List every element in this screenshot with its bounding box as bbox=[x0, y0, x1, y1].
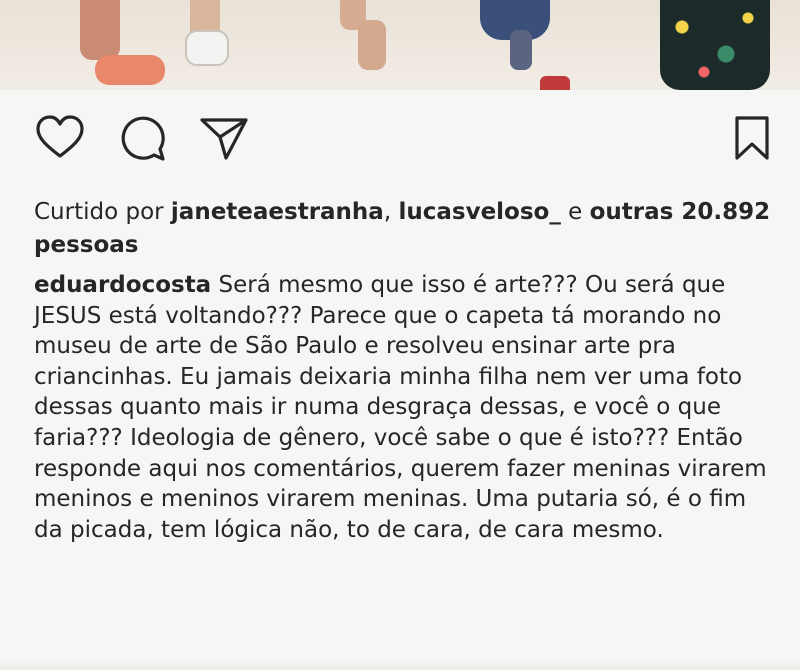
caption-text: Será mesmo que isso é arte??? Ou será qu… bbox=[34, 272, 767, 543]
bookmark-icon bbox=[735, 116, 769, 160]
photo-marker bbox=[540, 76, 570, 90]
divider bbox=[0, 660, 800, 670]
heart-icon bbox=[36, 115, 84, 158]
liker-username-2[interactable]: lucasveloso_ bbox=[398, 199, 560, 225]
post-caption: eduardocosta Será mesmo que isso é arte?… bbox=[34, 270, 774, 545]
like-button[interactable] bbox=[34, 112, 86, 164]
photo-sandal bbox=[185, 30, 229, 66]
post-actions-bar bbox=[0, 112, 800, 172]
post-photo[interactable] bbox=[0, 0, 800, 90]
photo-floral-dress bbox=[660, 0, 770, 90]
save-button[interactable] bbox=[726, 112, 778, 164]
photo-leg bbox=[80, 0, 120, 60]
liker-username-1[interactable]: janeteaestranha bbox=[171, 199, 384, 225]
likes-prefix: Curtido por bbox=[34, 199, 171, 225]
photo-sandal bbox=[95, 55, 165, 85]
photo-leg bbox=[510, 30, 532, 70]
comment-button[interactable] bbox=[116, 112, 168, 164]
likes-summary: Curtido por janeteaestranha, lucasveloso… bbox=[34, 196, 774, 262]
share-button[interactable] bbox=[198, 112, 250, 164]
photo-leg bbox=[358, 20, 386, 70]
comment-icon bbox=[121, 116, 165, 161]
likes-separator: , bbox=[383, 199, 399, 225]
caption-username[interactable]: eduardocosta bbox=[34, 272, 211, 298]
likes-conjunction: e bbox=[560, 199, 590, 225]
send-icon bbox=[200, 118, 248, 160]
